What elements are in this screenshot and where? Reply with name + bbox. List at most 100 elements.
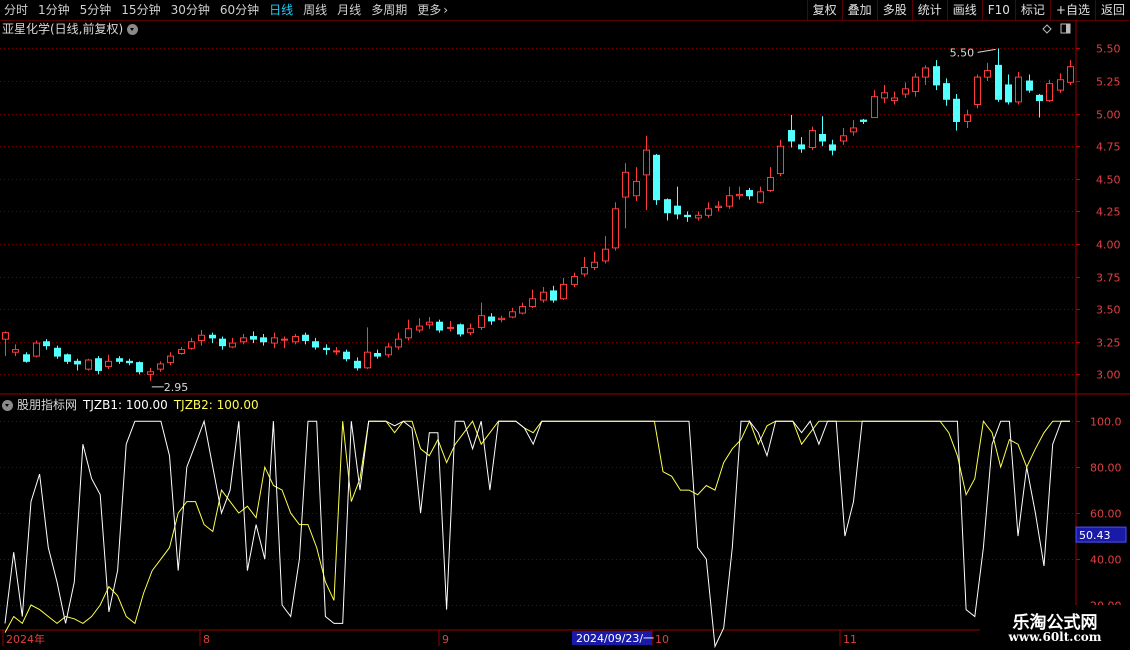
candle-body-up [467,328,474,334]
candle-body-down [943,83,950,100]
kline-chart[interactable]: 5.50 5.25 5.00 4.75 4.50 4.25 4.00 3.75 3.50 3.25… [0,0,1130,650]
candle-body-up [167,355,174,364]
candle-body-down [819,133,826,142]
candle-body-up [85,359,92,370]
candle-body-up [281,338,288,341]
indicator-title[interactable]: 股朋指标网 TJZB1: 100.00 TJZB2: 100.00 [2,397,259,413]
high-price-label: 5.50 [950,46,975,59]
candle-body-up [871,96,878,119]
candle-body-up [622,171,629,198]
candle-body-down [953,98,960,122]
candle-body-up [974,76,981,105]
price-axis-label: 3.75 [1096,272,1121,285]
candle-body-up [188,341,195,349]
price-axis-label: 5.25 [1096,76,1121,89]
candle-body-down [829,144,836,151]
candle-body-up [643,149,650,176]
tjzb1-line [4,419,1070,649]
candle-body-up [705,208,712,216]
indicator-name: 股朋指标网 [17,398,78,412]
candle-body-down [43,341,50,347]
candle-body-up [1057,79,1064,91]
dropdown-circle-icon[interactable] [2,399,13,411]
candle-body-up [509,311,516,318]
candle-body-down [95,358,102,371]
candle-body-down [23,354,30,362]
candle-body-down [488,316,495,322]
price-axis-label: 3.25 [1096,337,1121,350]
candle-body-up [447,326,454,329]
candle-body-down [653,154,660,201]
time-axis-label: 11 [843,633,857,646]
dropdown-circle-icon[interactable] [127,23,139,35]
candle-body-down [302,334,309,341]
tjzb2-line [4,419,1070,633]
price-axis-label: 4.00 [1096,239,1121,252]
candle-body-up [612,208,619,249]
price-axis-label: 5.00 [1096,109,1121,122]
candle-body-down [1026,80,1033,91]
candle-body-down [550,290,557,301]
candle-body-down [788,130,795,142]
tjzb1-label: TJZB1: 100.00 [83,398,168,412]
candle-body-up [147,371,154,375]
price-axis-label: 4.25 [1096,206,1121,219]
candle-body-up [840,135,847,142]
chart-title[interactable]: 亚星化学(日线,前复权) [2,21,139,37]
candle-body-up [395,338,402,348]
candle-body-up [633,180,640,197]
watermark: 乐淘公式网 www.60lt.com [980,605,1130,650]
candle-body-up [715,205,722,208]
diamond-icon[interactable] [1042,24,1052,34]
indicator-axis-label: 80.00 [1090,462,1122,475]
candle-body-down [74,360,81,365]
candle-body-down [436,321,443,331]
candle-body-up [912,76,919,92]
candle-body-down [860,119,867,122]
candle-body-down [995,64,1002,100]
candle-body-down [126,360,133,364]
candle-body-up [809,130,816,149]
candle-body-up [540,291,547,301]
candle-body-down [1005,84,1012,103]
high-arrow [977,48,996,53]
candle-body-up [178,349,185,354]
candle-body-up [560,283,567,300]
watermark-url: www.60lt.com [1008,630,1102,644]
candle-body-up [271,337,278,344]
time-axis-label: 2024年 [6,632,45,646]
candle-body-up [385,346,392,356]
time-axis-label: 10 [655,633,669,646]
candle-body-down [798,144,805,150]
candle-body-up [581,266,588,275]
candle-body-up [1046,83,1053,102]
candle-body-up [2,332,9,340]
cursor-date: 2024/09/23/一 [576,632,654,645]
candle-body-down [136,362,143,373]
candle-body-up [292,336,299,343]
candle-body-up [240,337,247,343]
candle-body-up [767,176,774,192]
candle-body-down [674,205,681,215]
candle-body-down [219,338,226,347]
candle-body-up [157,363,164,370]
candle-body-down [323,347,330,351]
tjzb2-label: TJZB2: 100.00 [173,398,259,412]
candle-body-up [364,351,371,369]
candle-body-down [312,341,319,348]
candle-body-up [695,214,702,219]
candle-body-up [881,92,888,99]
candle-body-down [354,360,361,369]
candle-body-down [933,66,940,86]
candle-body-up [726,195,733,207]
indicator-axis-label: 60.00 [1090,508,1122,521]
candle-body-up [902,88,909,95]
candle-body-up [105,360,112,368]
candle-body-up [591,261,598,268]
candle-body-up [736,193,743,197]
candle-body-up [1015,76,1022,103]
candle-body-up [498,317,505,321]
low-price-label: 2.95 [164,381,189,394]
candle-body-up [33,342,40,357]
candle-body-up [519,306,526,314]
